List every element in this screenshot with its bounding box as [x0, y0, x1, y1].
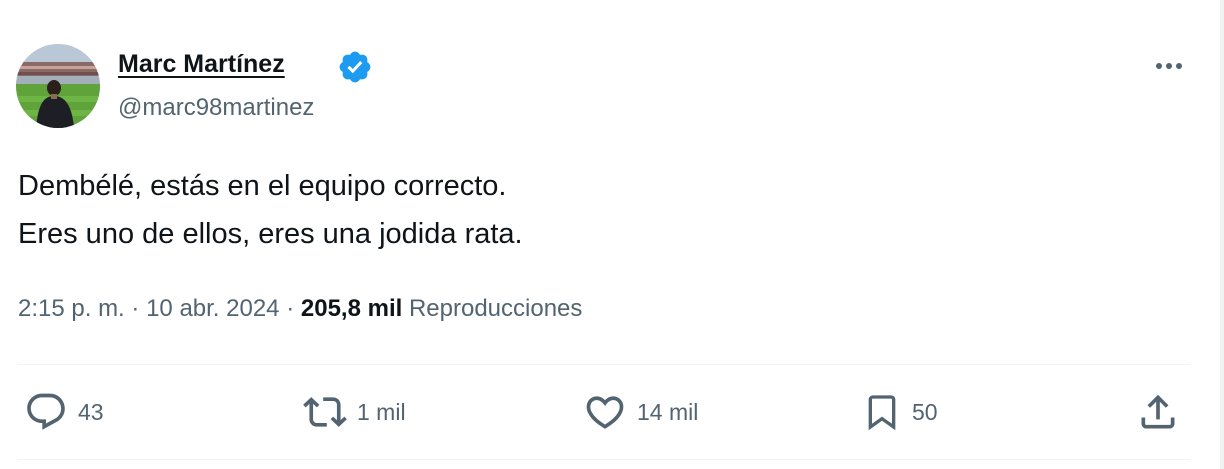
retweet-icon [303, 390, 347, 434]
tweet-date[interactable]: 10 abr. 2024 [146, 295, 279, 322]
tweet-meta: 2:15 p. m. · 10 abr. 2024 · 205,8 mil Re… [18, 292, 582, 326]
share-icon [1136, 390, 1180, 434]
bookmark-icon [862, 390, 902, 434]
divider [18, 364, 1190, 365]
reply-count: 43 [78, 398, 104, 425]
tweet-time[interactable]: 2:15 p. m. [18, 295, 125, 322]
author-name[interactable]: Marc Martínez [118, 48, 285, 80]
tweet-text: Dembélé, estás en el equipo correcto. Er… [18, 162, 523, 258]
like-count: 14 mil [637, 398, 699, 425]
views-count: 205,8 mil [300, 295, 403, 322]
more-options-button[interactable] [1144, 50, 1194, 82]
bookmark-count: 50 [912, 398, 938, 425]
verified-badge-icon [337, 49, 373, 85]
share-button[interactable] [1136, 390, 1180, 434]
reply-button[interactable]: 43 [24, 390, 104, 434]
retweet-button[interactable]: 1 mil [303, 390, 406, 434]
meta-separator: · [286, 295, 295, 322]
avatar[interactable] [16, 44, 100, 128]
divider [18, 459, 1190, 460]
tweet-line: Dembélé, estás en el equipo correcto. [18, 170, 507, 202]
retweet-count: 1 mil [357, 398, 406, 425]
heart-icon [583, 390, 627, 434]
meta-separator: · [131, 295, 140, 322]
tweet-line: Eres uno de ellos, eres una jodida rata. [18, 218, 523, 250]
reply-icon [24, 390, 68, 434]
like-button[interactable]: 14 mil [583, 390, 698, 434]
more-dots-icon [1156, 63, 1182, 69]
views-label: Reproducciones [408, 295, 583, 322]
right-border [1220, 0, 1224, 469]
bookmark-button[interactable]: 50 [862, 390, 938, 434]
author-handle[interactable]: @marc98martinez [118, 92, 314, 124]
